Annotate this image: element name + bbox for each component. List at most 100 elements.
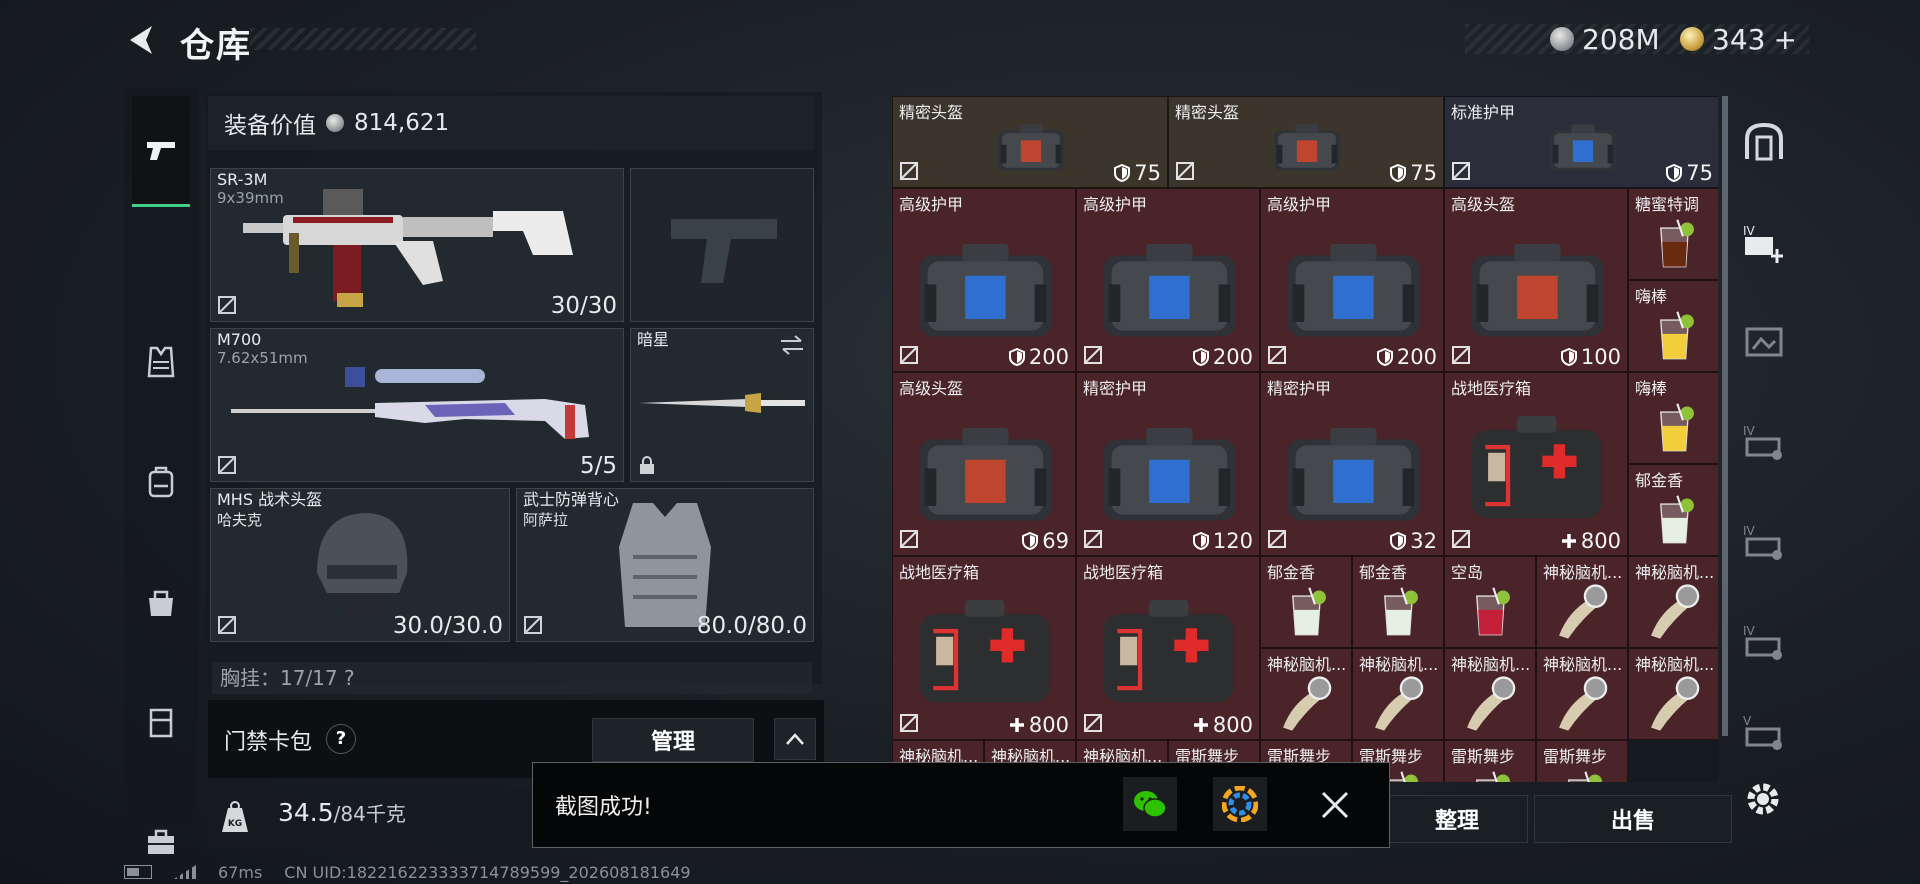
item-value-number: 800 [1212, 713, 1253, 737]
cocktail-icon [1384, 587, 1419, 635]
item-value-number: 200 [1212, 345, 1253, 369]
inventory-item[interactable]: 战地医疗箱 800 [1444, 372, 1628, 556]
chest-rig-row[interactable]: 胸挂：17/17 ? [212, 662, 812, 694]
weight-max: /84千克 [333, 802, 406, 826]
swap-icon[interactable] [779, 335, 805, 355]
weapon-name: M700 [217, 330, 262, 349]
back-arrow-icon[interactable] [124, 22, 158, 58]
inventory-item[interactable]: 高级护甲 200 [1260, 188, 1444, 372]
cocktail-icon [1660, 219, 1695, 267]
helmet-slot[interactable]: MHS 战术头盔 哈夫克 30.0/30.0 [210, 488, 510, 642]
case-icon [149, 708, 173, 738]
armor-case-icon [1286, 427, 1420, 520]
item-name: 雷斯舞步 [1543, 747, 1608, 766]
item-value: 32 [1390, 529, 1437, 553]
brain-chip-icon [1374, 676, 1423, 731]
help-icon[interactable]: ? [326, 724, 356, 754]
item-name: 神秘脑机... [1451, 655, 1531, 674]
gold-currency[interactable]: 343 + [1680, 22, 1797, 56]
melee-slot[interactable]: 暗星 [630, 328, 814, 482]
primary-weapon-slot[interactable]: SR-3M 9x39mm 30/30 [210, 168, 624, 322]
not-insured-icon [900, 714, 918, 732]
armor-slot[interactable]: 武士防弹背心 阿萨拉 80.0/80.0 [516, 488, 814, 642]
inventory-grid: 精密头盔 75 精密头盔 75 标准护甲 75 高级护甲 200 高级护甲 20… [892, 96, 1718, 782]
medkit-icon [1103, 599, 1235, 703]
medkit-icon [919, 599, 1051, 703]
inventory-item[interactable]: 高级头盔 100 [1444, 188, 1628, 372]
silver-amount: 208M [1582, 22, 1660, 56]
nav-storage-6[interactable]: IV [1738, 616, 1790, 668]
item-value-number: 200 [1396, 345, 1437, 369]
item-value-number: 800 [1580, 529, 1621, 553]
nav-case[interactable] [132, 692, 190, 752]
not-insured-icon [1452, 162, 1470, 180]
inventory-item[interactable]: 神秘脑机... [1628, 648, 1718, 740]
shield-icon [1114, 164, 1131, 182]
inventory-item[interactable]: 神秘脑机... [1536, 556, 1628, 648]
inventory-item[interactable]: 神秘脑机... [1352, 648, 1444, 740]
item-value: 800 [1009, 713, 1069, 737]
inventory-item[interactable]: 精密头盔 75 [1168, 96, 1444, 188]
inventory-item[interactable]: 郁金香 [1260, 556, 1352, 648]
inventory-item[interactable]: 战地医疗箱 800 [1076, 556, 1260, 740]
inventory-item[interactable]: 嗨棒 [1628, 372, 1718, 464]
inventory-item[interactable]: 神秘脑机... [1260, 648, 1352, 740]
nav-storage-5[interactable]: IV [1738, 516, 1790, 568]
pistol-slot-empty[interactable] [630, 168, 814, 322]
equipment-value-row: 装备价值 814,621 [208, 96, 814, 150]
nav-safe-box[interactable] [1738, 116, 1790, 168]
inventory-item[interactable]: 糖蜜特调 [1628, 188, 1718, 280]
inventory-item[interactable]: 战地医疗箱 800 [892, 556, 1076, 740]
inventory-item[interactable]: 神秘脑机... [1628, 556, 1718, 648]
inventory-item[interactable]: 精密护甲 120 [1076, 372, 1260, 556]
nav-backpack[interactable] [132, 452, 190, 512]
close-icon[interactable] [1315, 785, 1355, 825]
nav-storage-4[interactable]: IV [1738, 416, 1790, 468]
inventory-item[interactable]: 神秘脑机... [1536, 648, 1628, 740]
item-name: 精密护甲 [1083, 379, 1148, 398]
item-name: 精密头盔 [1175, 103, 1240, 122]
secondary-weapon-slot[interactable]: M700 7.62x51mm 5/5 [210, 328, 624, 482]
brain-chip-icon [1282, 676, 1331, 731]
add-gold-button[interactable]: + [1773, 23, 1796, 56]
inventory-item[interactable]: 雷斯舞步 [1536, 740, 1628, 782]
page-title: 仓库 [180, 26, 252, 66]
not-insured-icon [1268, 530, 1286, 548]
wechat-icon [1134, 791, 1167, 818]
nav-add-storage[interactable]: IV [1738, 216, 1790, 268]
pouch-icon [149, 590, 173, 616]
shield-icon [1376, 348, 1393, 366]
shield-icon [1560, 348, 1577, 366]
inventory-item[interactable]: 空岛 [1444, 556, 1536, 648]
brain-chip-icon [1650, 676, 1699, 731]
inventory-item[interactable]: 郁金香 [1352, 556, 1444, 648]
share-gallery-button[interactable] [1213, 777, 1267, 831]
weight-kg-icon: KG [222, 801, 248, 832]
manage-button[interactable]: 管理 [592, 718, 754, 762]
inventory-item[interactable]: 高级头盔 69 [892, 372, 1076, 556]
inventory-scrollbar[interactable] [1722, 96, 1728, 736]
inventory-item[interactable]: 神秘脑机... [1444, 648, 1536, 740]
nav-weapons[interactable] [132, 96, 190, 207]
nav-storage-3[interactable] [1738, 316, 1790, 368]
svg-text:IV: IV [1743, 224, 1756, 238]
sort-button[interactable]: 整理 [1386, 795, 1528, 843]
svg-text:IV: IV [1743, 624, 1756, 638]
collapse-button[interactable] [774, 718, 816, 760]
inventory-item[interactable]: 郁金香 [1628, 464, 1718, 556]
inventory-item[interactable]: 标准护甲 75 [1444, 96, 1718, 188]
share-wechat-button[interactable] [1123, 777, 1177, 831]
gear-icon[interactable] [1738, 774, 1788, 824]
sell-button[interactable]: 出售 [1534, 795, 1732, 843]
nav-pouch[interactable] [132, 572, 190, 632]
inventory-item[interactable]: 高级护甲 200 [1076, 188, 1260, 372]
storage-box-icon: IV [1743, 624, 1782, 660]
inventory-item[interactable]: 精密头盔 75 [892, 96, 1168, 188]
inventory-item[interactable]: 嗨棒 [1628, 280, 1718, 372]
inventory-item[interactable]: 高级护甲 200 [892, 188, 1076, 372]
nav-storage-7[interactable]: V [1738, 706, 1790, 758]
inventory-item[interactable]: 精密护甲 32 [1260, 372, 1444, 556]
item-name: 糖蜜特调 [1635, 195, 1700, 214]
nav-vest[interactable] [132, 332, 190, 392]
inventory-item[interactable]: 雷斯舞步 [1444, 740, 1536, 782]
